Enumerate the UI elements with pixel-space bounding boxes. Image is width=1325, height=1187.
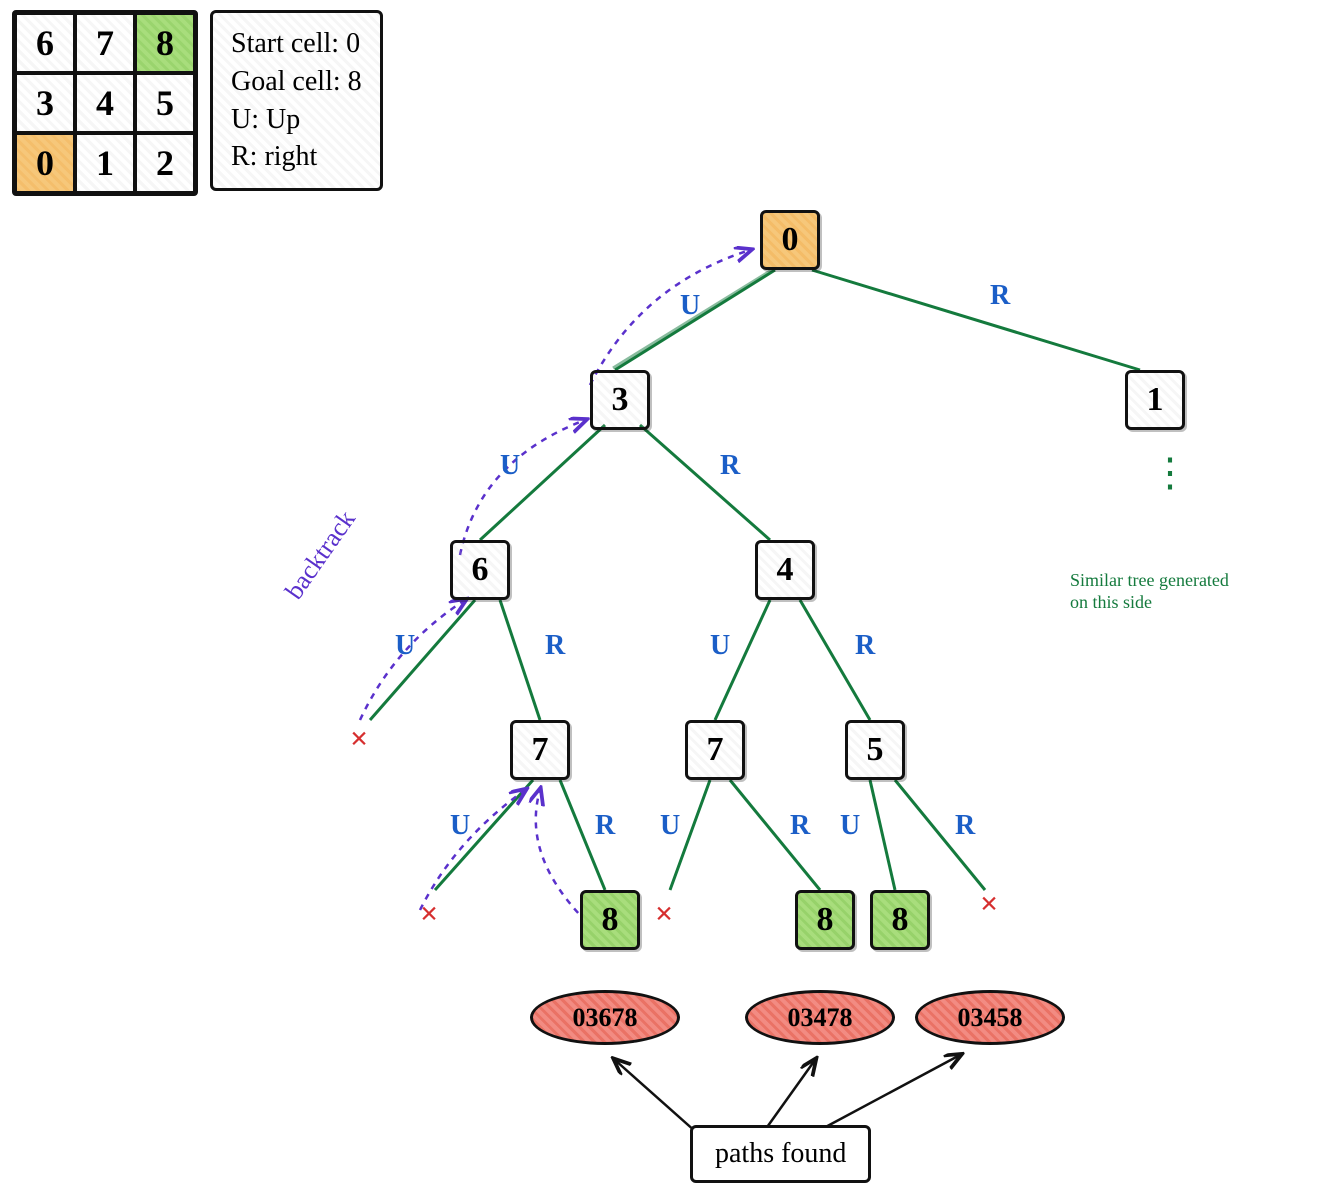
ellipsis-dots: ⋮ bbox=[1150, 455, 1170, 491]
paths-found-label: paths found bbox=[690, 1125, 871, 1183]
x-mark-3: × bbox=[655, 895, 673, 932]
tree-node-5: 5 bbox=[845, 720, 905, 780]
path-result-2: 03478 bbox=[745, 990, 895, 1045]
edge-label-r-4: R bbox=[855, 630, 875, 662]
edge-label-u-4: U bbox=[710, 630, 730, 662]
x-mark-4: × bbox=[980, 885, 998, 922]
edge-label-u-6: U bbox=[660, 810, 680, 842]
tree-node-4: 4 bbox=[755, 540, 815, 600]
edge-label-u-5: U bbox=[450, 810, 470, 842]
edge-label-r-2: R bbox=[720, 450, 740, 482]
path-result-1: 03678 bbox=[530, 990, 680, 1045]
tree-node-3: 3 bbox=[590, 370, 650, 430]
tree-node-8-goal-1: 8 bbox=[580, 890, 640, 950]
x-mark-2: × bbox=[420, 895, 438, 932]
tree-node-8-goal-3: 8 bbox=[870, 890, 930, 950]
edge-label-u-3: U bbox=[395, 630, 415, 662]
tree-node-8-goal-2: 8 bbox=[795, 890, 855, 950]
path-result-3: 03458 bbox=[915, 990, 1065, 1045]
x-mark-1: × bbox=[350, 720, 368, 757]
edge-label-r-6: R bbox=[790, 810, 810, 842]
tree-node-1: 1 bbox=[1125, 370, 1185, 430]
edge-label-u-7: U bbox=[840, 810, 860, 842]
tree-node-6: 6 bbox=[450, 540, 510, 600]
tree-node-0-root: 0 bbox=[760, 210, 820, 270]
edge-label-r-1: R bbox=[990, 280, 1010, 312]
edge-label-r-7: R bbox=[955, 810, 975, 842]
edge-label-u-2: U bbox=[500, 450, 520, 482]
edge-label-r-3: R bbox=[545, 630, 565, 662]
tree-node-7-left: 7 bbox=[510, 720, 570, 780]
edge-label-u-1: U bbox=[680, 290, 700, 322]
tree-node-7-mid: 7 bbox=[685, 720, 745, 780]
edge-label-r-5: R bbox=[595, 810, 615, 842]
similar-tree-note: Similar tree generated on this side bbox=[1070, 570, 1290, 613]
